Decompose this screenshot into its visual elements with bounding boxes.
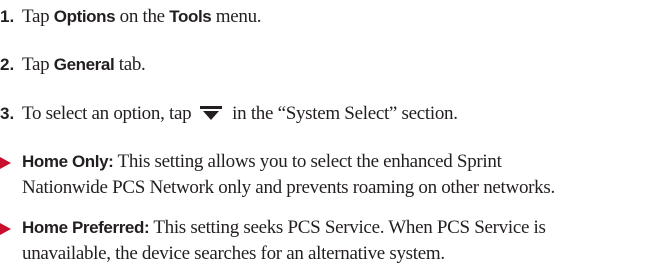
step-text: Tap	[22, 54, 54, 75]
step-1: 1. Tap Options on the Tools menu.	[0, 4, 262, 30]
option-description: Nationwide PCS Network only and prevents…	[22, 177, 555, 198]
step-text: menu.	[211, 6, 262, 27]
step-2: 2. Tap General tab.	[0, 52, 146, 78]
step-text: in the “System Select” section.	[227, 103, 458, 124]
bullet-arrow-icon	[0, 157, 11, 169]
step-number: 2.	[0, 55, 15, 74]
dropdown-arrow-icon	[199, 105, 222, 120]
option-description-line-1: Home Preferred: This setting seeks PCS S…	[22, 215, 546, 241]
step-3: 3. To select an option, tap in the “Syste…	[0, 101, 458, 127]
options-menu-item-label: Options	[53, 7, 116, 26]
option-description: This setting allows you to select the en…	[113, 151, 502, 172]
step-number: 1.	[0, 7, 15, 26]
bullet-arrow-icon	[0, 223, 11, 235]
step-text: on the	[115, 6, 170, 27]
option-term: Home Preferred:	[22, 218, 150, 237]
general-tab-label: General	[53, 55, 115, 74]
step-text: Tap	[22, 6, 54, 27]
option-description: unavailable, the device searches for an …	[22, 243, 445, 264]
option-description-line-2: unavailable, the device searches for an …	[22, 241, 445, 267]
option-term: Home Only:	[22, 152, 114, 171]
option-description-line-1: Home Only: This setting allows you to se…	[22, 149, 502, 175]
step-text: tab.	[114, 54, 146, 75]
option-description: This setting seeks PCS Service. When PCS…	[149, 217, 546, 238]
step-text: To select an option, tap	[22, 103, 196, 124]
tools-menu-label: Tools	[169, 7, 212, 26]
step-number: 3.	[0, 104, 15, 123]
option-description-line-2: Nationwide PCS Network only and prevents…	[22, 175, 555, 201]
